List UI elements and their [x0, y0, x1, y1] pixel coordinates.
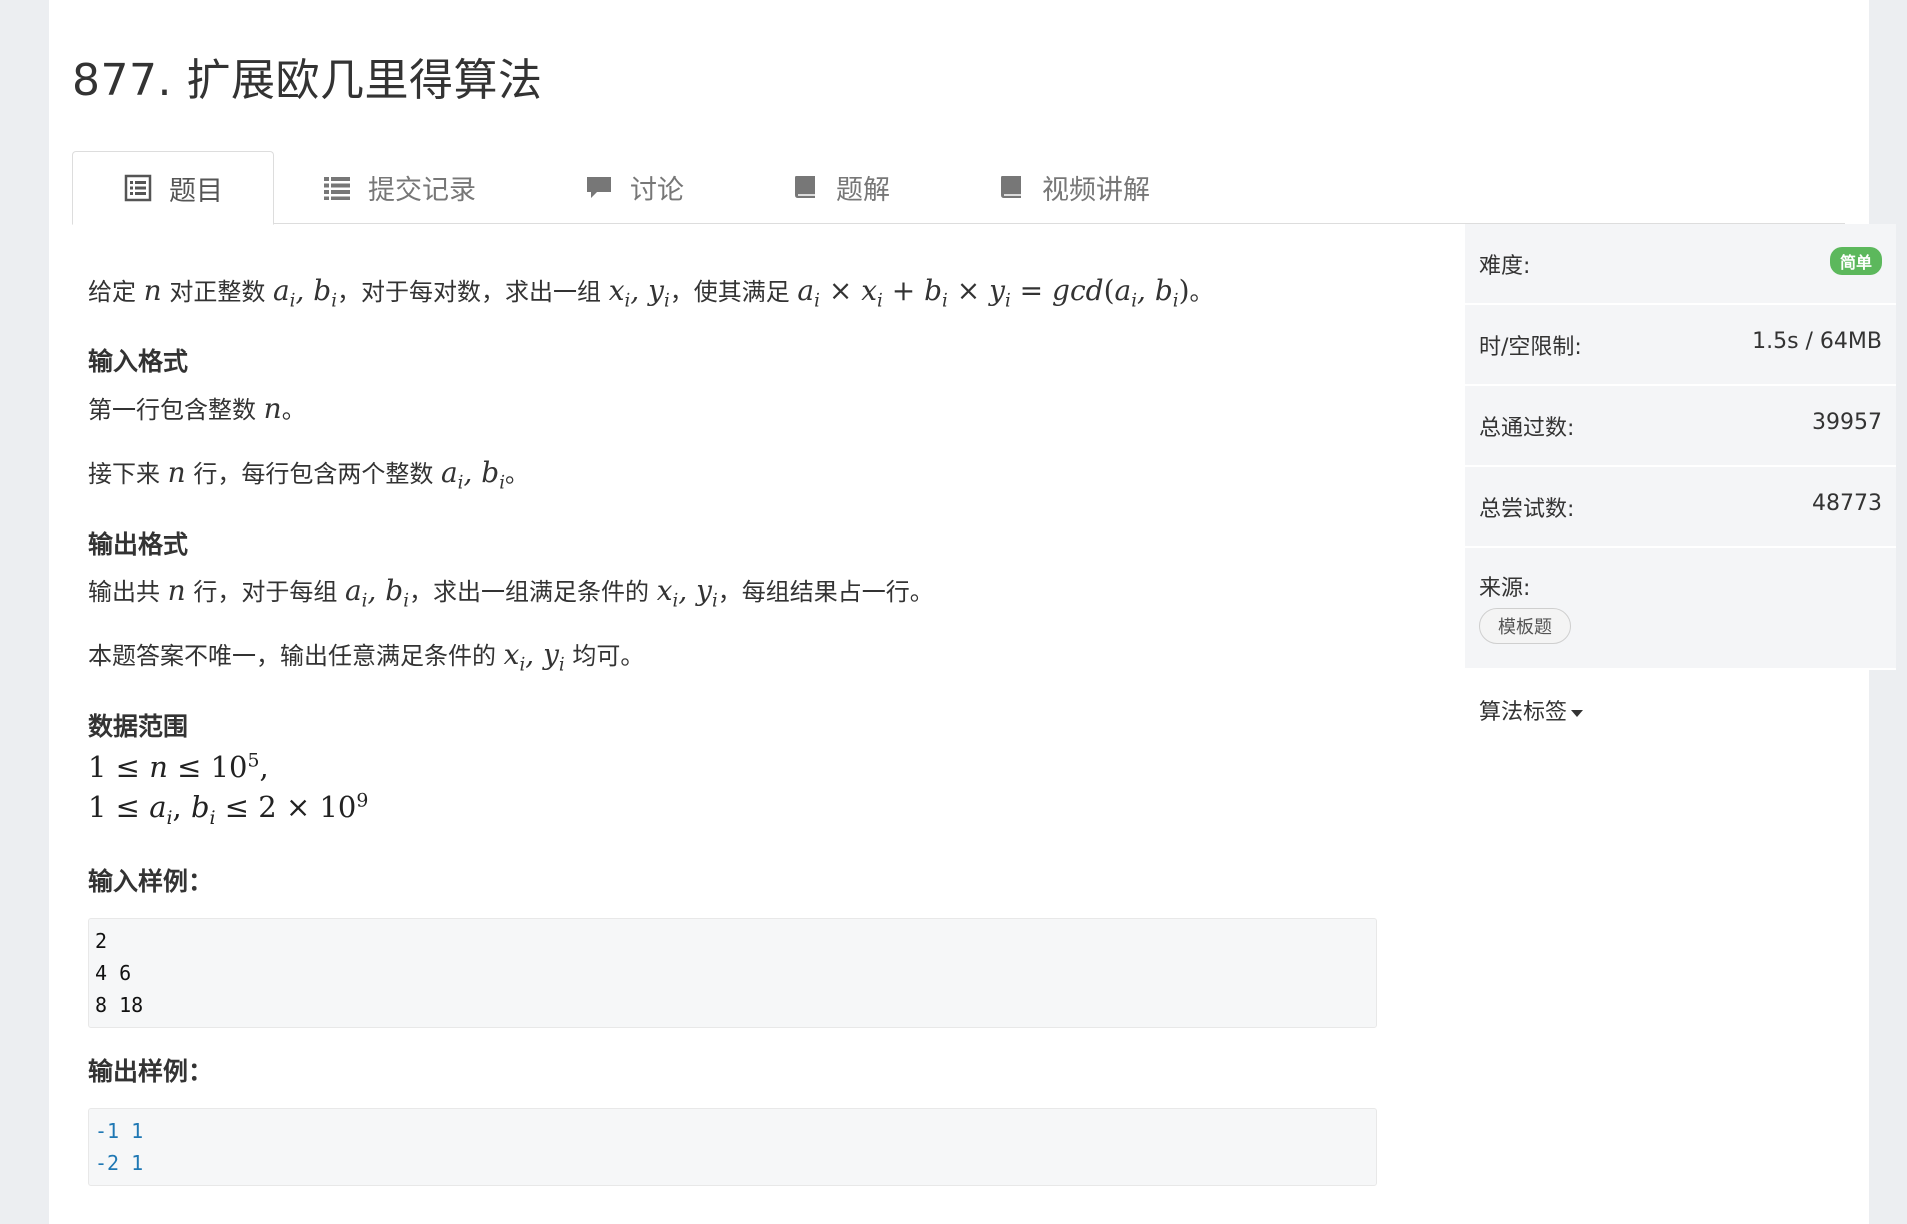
tab-label: 视频讲解 [1042, 174, 1150, 206]
code-line: 4 6 [95, 961, 132, 985]
list-icon [324, 177, 350, 200]
output-format-line: 输出共 n 行，对于每组 ai, bi，求出一组满足条件的 xi, yi，每组结… [88, 574, 934, 612]
tries-label: 总尝试数: [1479, 497, 1575, 522]
input-format-line: 第一行包含整数 n。 [88, 392, 306, 425]
list-alt-icon [124, 174, 152, 202]
source-tag[interactable]: 模板题 [1479, 608, 1571, 644]
tab-problem[interactable]: 题目 [72, 151, 274, 225]
input-format-line: 接下来 n 行，每行包含两个整数 ai, bi。 [88, 456, 530, 494]
difficulty-badge: 简单 [1829, 247, 1882, 275]
passed-value: 39957 [1812, 410, 1882, 435]
range-ab: 1 ≤ ai, bi ≤ 2 × 109 [88, 790, 369, 829]
difficulty-label: 难度: [1479, 254, 1531, 279]
problem-title: 877. 扩展欧几里得算法 [72, 55, 543, 106]
tab-submissions[interactable]: 提交记录 [322, 151, 476, 223]
tab-label: 题解 [836, 174, 890, 206]
caret-down-icon [1571, 709, 1584, 717]
algorithm-tags-label: 算法标签 [1479, 694, 1584, 726]
tab-solutions[interactable]: 题解 [790, 151, 890, 223]
range-n: 1 ≤ n ≤ 105, [88, 750, 269, 784]
data-range-heading: 数据范围 [88, 712, 189, 741]
source-row: 来源: 模板题 [1465, 548, 1896, 670]
limit-label: 时/空限制: [1479, 335, 1582, 360]
tries-row: 总尝试数: 48773 [1465, 467, 1896, 548]
sample-input-heading: 输入样例： [88, 867, 214, 896]
tab-label: 提交记录 [368, 174, 476, 206]
sample-input-box: 2 4 6 8 18 [88, 918, 1377, 1028]
comment-icon [587, 177, 611, 198]
difficulty-row: 难度: 简单 [1465, 224, 1896, 305]
tab-discussion[interactable]: 讨论 [584, 151, 684, 223]
passed-row: 总通过数: 39957 [1465, 386, 1896, 467]
output-format-line: 本题答案不唯一，输出任意满足条件的 xi, yi 均可。 [88, 638, 645, 676]
output-format-heading: 输出格式 [88, 530, 189, 559]
statement-paragraph: 给定 n 对正整数 ai, bi，对于每对数，求出一组 xi, yi，使其满足 … [88, 274, 1214, 312]
input-format-heading: 输入格式 [88, 347, 189, 376]
source-label: 来源: [1479, 576, 1531, 601]
tab-label: 讨论 [630, 174, 684, 206]
code-line: 8 18 [95, 993, 144, 1017]
sample-output-box: -1 1 -2 1 [88, 1108, 1377, 1186]
code-line: -1 1 [95, 1119, 144, 1143]
limit-row: 时/空限制: 1.5s / 64MB [1465, 305, 1896, 386]
passed-label: 总通过数: [1479, 416, 1575, 441]
code-line: 2 [95, 929, 108, 953]
book-icon [795, 176, 815, 198]
problem-card: 877. 扩展欧几里得算法 题目 提交记录 讨论 题解 视频讲解 给定 n 对正… [49, 0, 1896, 1224]
limit-value: 1.5s / 64MB [1752, 329, 1882, 354]
tab-video[interactable]: 视频讲解 [996, 151, 1150, 223]
sample-output-heading: 输出样例： [88, 1057, 214, 1086]
code-line: -2 1 [95, 1151, 144, 1175]
problem-tabs: 题目 提交记录 讨论 题解 视频讲解 [72, 151, 1845, 225]
tries-value: 48773 [1812, 491, 1882, 516]
algorithm-tags-toggle[interactable]: 算法标签 [1465, 670, 1896, 750]
tab-label: 题目 [169, 175, 223, 207]
book-icon [1001, 176, 1021, 198]
